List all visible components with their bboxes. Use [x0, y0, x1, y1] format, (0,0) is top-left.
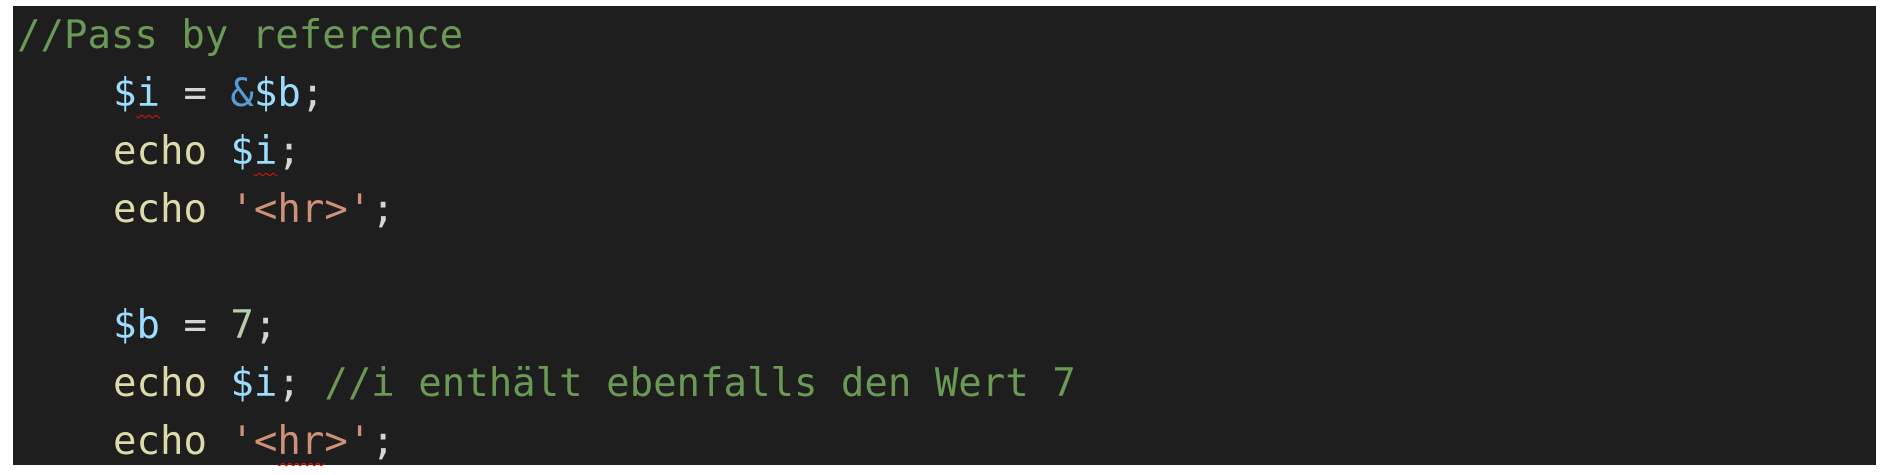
code-line-6: $b = 7; — [13, 300, 1876, 358]
variable-token: $i — [230, 361, 278, 406]
code-line-4: echo '<hr>'; — [13, 184, 1876, 242]
code-line-8: echo '<hr>'; — [13, 416, 1876, 474]
string-token: '<hr>' — [230, 187, 372, 232]
variable-token: $i — [230, 129, 278, 174]
spelling-squiggle: hr — [277, 419, 325, 464]
operator-token: = — [159, 303, 231, 348]
variable-token: $i — [113, 71, 160, 116]
punctuation-token: ; — [371, 419, 395, 464]
punctuation-token: ; — [277, 361, 301, 406]
code-line-7: echo $i; //i enthält ebenfalls den Wert … — [13, 358, 1876, 416]
spelling-squiggle: i — [253, 129, 278, 174]
code-line-1: //Pass by reference — [13, 10, 1876, 68]
reference-operator-token: & — [230, 71, 254, 116]
comment-token: //i enthält ebenfalls den Wert 7 — [324, 361, 1076, 406]
punctuation-token: ; — [253, 303, 278, 348]
code-line-3: echo $i; — [13, 126, 1876, 184]
variable-token: $b — [253, 71, 301, 116]
keyword-token: echo — [113, 361, 207, 406]
operator-token: = — [159, 71, 231, 116]
number-token: 7 — [230, 303, 254, 348]
comment-token: //Pass by reference — [17, 13, 464, 58]
keyword-token: echo — [113, 129, 207, 174]
code-editor[interactable]: //Pass by reference $i = &$b; echo $i; e… — [13, 6, 1876, 465]
string-token: '<hr>' — [230, 419, 372, 464]
keyword-token: echo — [113, 419, 207, 464]
keyword-token: echo — [113, 187, 207, 232]
punctuation-token: ; — [300, 71, 325, 116]
punctuation-token: ; — [371, 187, 395, 232]
variable-token: $b — [113, 303, 160, 348]
spelling-squiggle: i — [136, 71, 160, 116]
punctuation-token: ; — [277, 129, 301, 174]
code-line-2: $i = &$b; — [13, 68, 1876, 126]
